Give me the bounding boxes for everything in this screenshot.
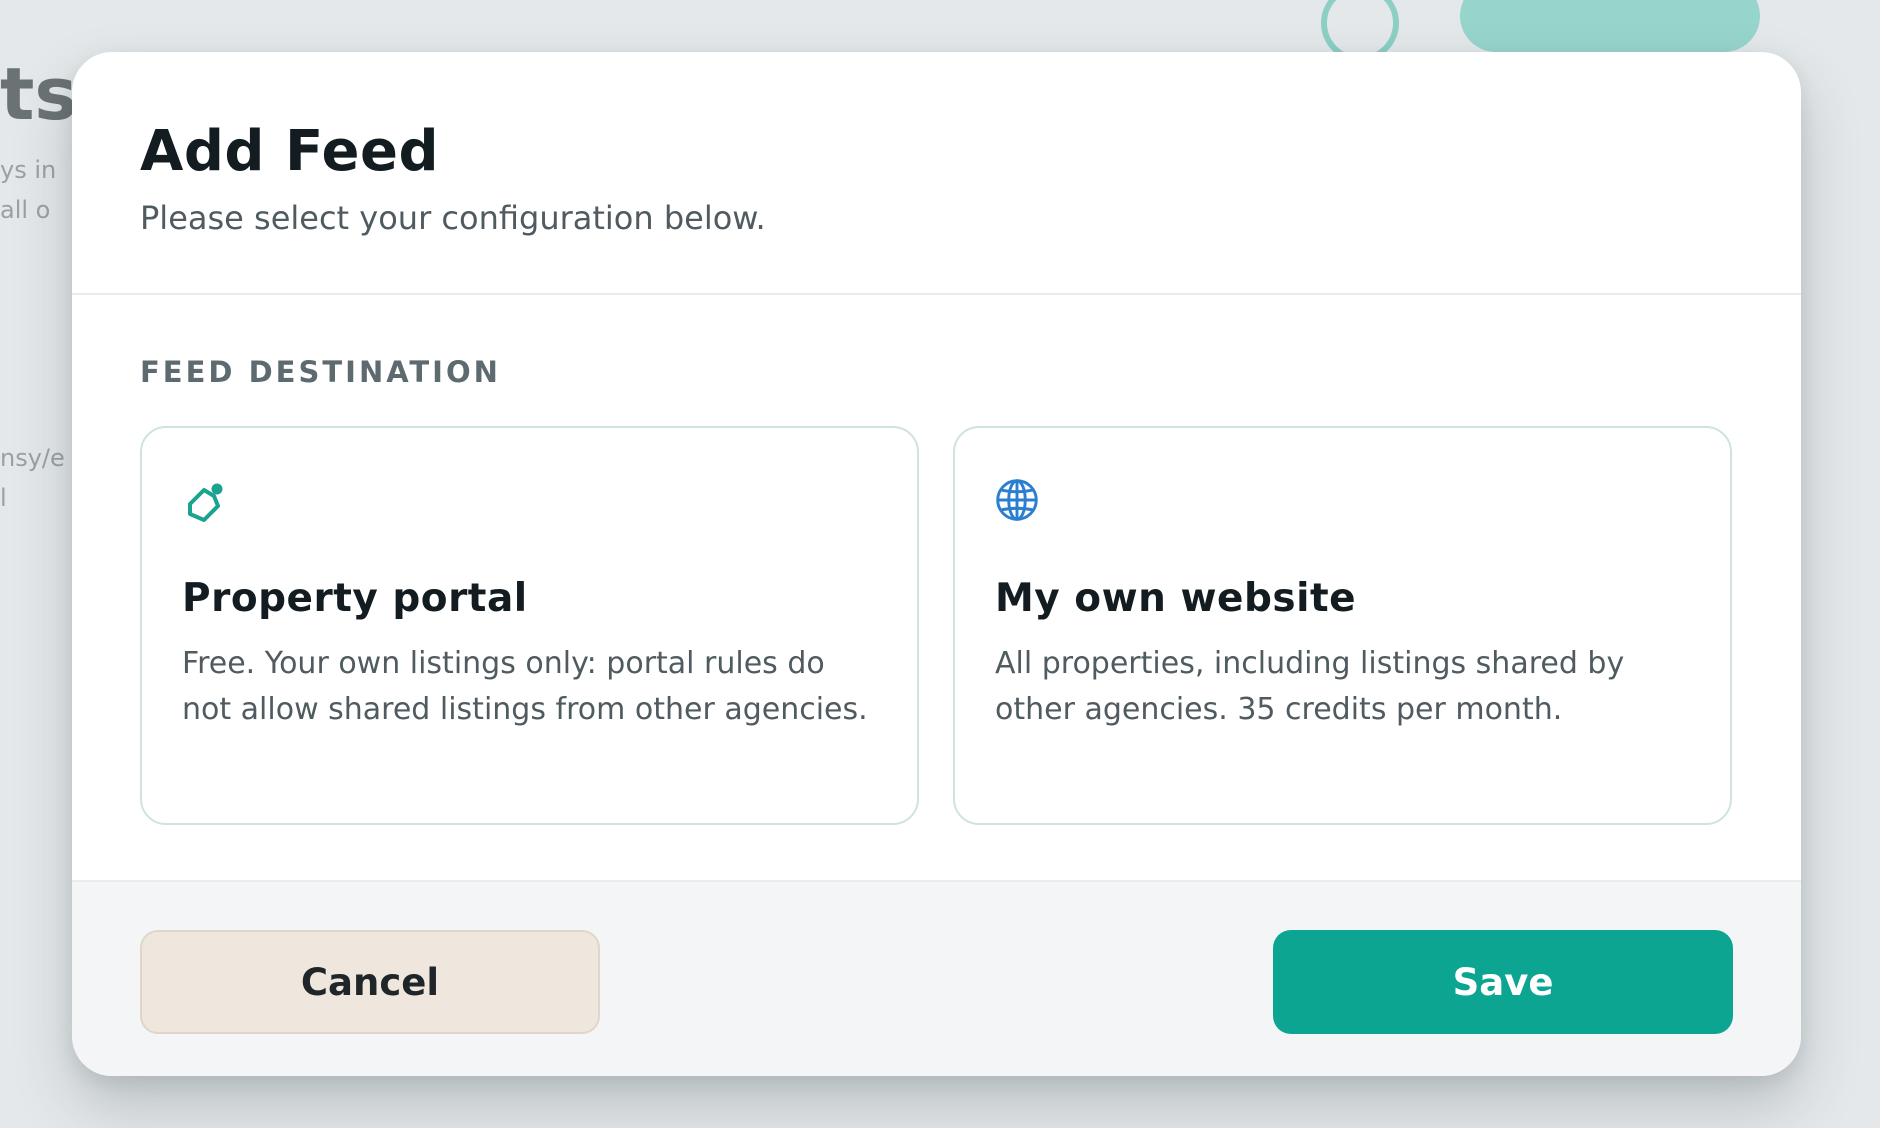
dialog-subtitle: Please select your configuration below. bbox=[140, 199, 766, 238]
background-text-line: l bbox=[0, 484, 7, 512]
globe-icon bbox=[996, 479, 1038, 521]
dialog-title: Add Feed bbox=[140, 119, 440, 184]
background-text-line: all o bbox=[0, 196, 51, 224]
option-description: All properties, including listings share… bbox=[995, 646, 1625, 727]
feed-destination-options: Property portal Free. Your own listings … bbox=[140, 426, 1733, 825]
option-description: Free. Your own listings only: portal rul… bbox=[182, 646, 868, 727]
option-title: Property portal bbox=[182, 576, 528, 621]
dialog-footer: Cancel Save bbox=[72, 880, 1801, 1076]
background-text-line: ys in bbox=[0, 156, 57, 184]
option-title: My own website bbox=[995, 576, 1357, 621]
option-property-portal[interactable]: Property portal Free. Your own listings … bbox=[140, 426, 919, 825]
add-feed-dialog: Add Feed Please select your configuratio… bbox=[72, 52, 1801, 1076]
background-text-line: nsy/e bbox=[0, 444, 65, 472]
dialog-header: Add Feed Please select your configuratio… bbox=[72, 52, 1801, 295]
cancel-button[interactable]: Cancel bbox=[140, 930, 600, 1034]
tag-icon bbox=[188, 483, 223, 522]
background-action-button bbox=[1460, 0, 1760, 52]
background-heading: ts bbox=[0, 52, 78, 136]
dialog-body: FEED DESTINATION Property portal Free. Y… bbox=[72, 295, 1801, 932]
feed-destination-label: FEED DESTINATION bbox=[140, 355, 501, 389]
option-own-website[interactable]: My own website All properties, including… bbox=[953, 426, 1732, 825]
save-button[interactable]: Save bbox=[1273, 930, 1733, 1034]
